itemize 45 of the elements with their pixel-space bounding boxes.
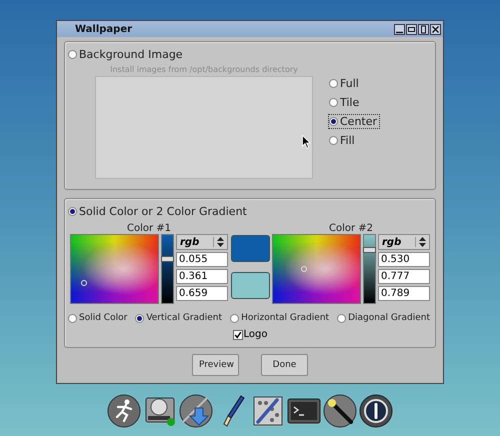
mode-radio[interactable]: Full — [328, 76, 380, 91]
value-slider[interactable] — [161, 234, 174, 304]
color-swatch[interactable] — [230, 235, 270, 262]
settings-panel-icon[interactable] — [251, 394, 285, 428]
background-image-radio[interactable]: Background Image — [67, 47, 186, 62]
gradient-radio[interactable]: Solid Color — [67, 312, 130, 324]
minimize-icon[interactable] — [394, 24, 405, 34]
mode-radio[interactable]: Center — [328, 114, 380, 129]
maximize-icon[interactable] — [418, 24, 429, 34]
gradient-radio[interactable]: Horizontal Gradient — [229, 312, 332, 324]
hue-saturation-area[interactable] — [272, 234, 361, 304]
logo-checkbox[interactable]: Logo — [232, 329, 268, 340]
value-slider[interactable] — [363, 234, 376, 304]
updown-icon — [213, 237, 224, 247]
channel-field[interactable]: 0.055 — [176, 252, 228, 267]
channel-field[interactable]: 0.789 — [378, 286, 430, 301]
magic-wand-icon[interactable] — [323, 394, 357, 428]
restore-icon[interactable] — [406, 24, 417, 34]
color-title: Color #2 — [328, 223, 374, 234]
window-title: Wallpaper — [75, 24, 132, 34]
mode-radio[interactable]: Tile — [328, 95, 380, 110]
install-hint: Install images from /opt/backgrounds directory — [110, 65, 298, 74]
color-title: Color #1 — [126, 223, 172, 234]
channel-field[interactable]: 0.659 — [176, 286, 228, 301]
color-model-select[interactable]: rgb — [378, 234, 430, 250]
power-icon[interactable] — [359, 394, 393, 428]
dialog-button[interactable]: Preview — [192, 354, 239, 376]
channel-field[interactable]: 0.361 — [176, 269, 228, 284]
checkmark-icon — [234, 330, 242, 338]
channel-field[interactable]: 0.777 — [378, 269, 430, 284]
close-icon[interactable] — [430, 24, 441, 34]
gradient-radio[interactable]: Diagonal Gradient — [336, 312, 433, 324]
slider-thumb[interactable] — [363, 247, 376, 254]
mode-radio[interactable]: Fill — [328, 133, 380, 148]
color-swatch[interactable] — [230, 272, 270, 299]
dialog-button[interactable]: Done — [261, 354, 308, 376]
cursor-icon — [302, 135, 311, 149]
gradient-radio[interactable]: Vertical Gradient — [134, 312, 226, 324]
hue-saturation-area[interactable] — [70, 234, 159, 304]
channel-field[interactable]: 0.530 — [378, 252, 430, 267]
running-figure-icon[interactable] — [107, 394, 141, 428]
slider-thumb[interactable] — [161, 256, 174, 262]
color-model-select[interactable]: rgb — [176, 234, 228, 250]
solid-color-radio[interactable]: Solid Color or 2 Color Gradient — [67, 204, 250, 219]
updown-icon — [415, 237, 426, 247]
